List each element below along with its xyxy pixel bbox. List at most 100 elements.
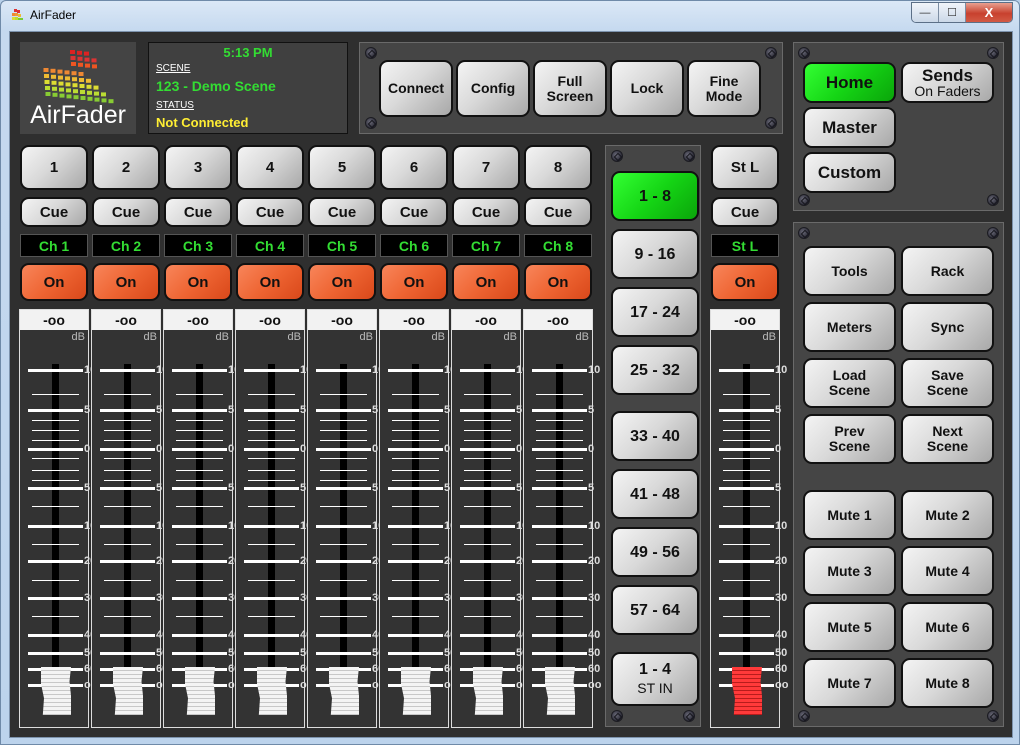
custom-button[interactable]: Custom bbox=[803, 152, 896, 193]
major-tick bbox=[388, 652, 443, 655]
fader-knob[interactable] bbox=[732, 667, 762, 715]
db-unit-label: dB bbox=[575, 331, 589, 343]
connect-button[interactable]: Connect bbox=[379, 60, 453, 117]
minor-tick bbox=[464, 616, 511, 617]
db-unit-label: dB bbox=[287, 331, 301, 343]
major-tick bbox=[100, 597, 155, 600]
mute-2-button[interactable]: Mute 2 bbox=[901, 490, 994, 540]
minor-tick bbox=[464, 580, 511, 581]
window-title: AirFader bbox=[30, 8, 77, 22]
fader-knob[interactable] bbox=[473, 667, 503, 715]
minor-tick bbox=[723, 470, 770, 471]
fader-knob[interactable] bbox=[185, 667, 215, 715]
bank-button[interactable]: 49 - 56 bbox=[611, 527, 699, 577]
bank-button[interactable]: 33 - 40 bbox=[611, 411, 699, 461]
cue-button[interactable]: Cue bbox=[308, 197, 376, 227]
channel-select-button[interactable]: St L bbox=[711, 145, 779, 190]
fader-knob[interactable] bbox=[329, 667, 359, 715]
bank-button[interactable]: 41 - 48 bbox=[611, 469, 699, 519]
close-button[interactable]: X bbox=[966, 3, 1012, 22]
fine-mode-button[interactable]: Fine Mode bbox=[687, 60, 761, 117]
channel-on-button[interactable]: On bbox=[164, 263, 232, 301]
scale-label: 0 bbox=[228, 443, 235, 455]
channel-select-button[interactable]: 6 bbox=[380, 145, 448, 190]
bank-label: 1 - 4 bbox=[638, 661, 671, 678]
mute-5-button[interactable]: Mute 5 bbox=[803, 602, 896, 652]
channel-select-button[interactable]: 1 bbox=[20, 145, 88, 190]
maximize-button[interactable]: ☐ bbox=[939, 3, 966, 22]
rack-button[interactable]: Rack bbox=[901, 246, 994, 296]
master-button[interactable]: Master bbox=[803, 107, 896, 148]
home-button[interactable]: Home bbox=[803, 62, 896, 103]
prev-scene-button[interactable]: Prev Scene bbox=[803, 414, 896, 464]
channel-on-button[interactable]: On bbox=[711, 263, 779, 301]
major-tick bbox=[100, 487, 155, 490]
minor-tick bbox=[104, 470, 151, 471]
channel-on-button[interactable]: On bbox=[380, 263, 448, 301]
bank-button[interactable]: 57 - 64 bbox=[611, 585, 699, 635]
channel-on-button[interactable]: On bbox=[236, 263, 304, 301]
toolbar-panel: Connect Config Full Screen Lock Fine Mod… bbox=[359, 42, 783, 134]
sends-on-faders-button[interactable]: Sends On Faders bbox=[901, 62, 994, 103]
fader-knob[interactable] bbox=[41, 667, 71, 715]
cue-button[interactable]: Cue bbox=[452, 197, 520, 227]
channel-select-button[interactable]: 3 bbox=[164, 145, 232, 190]
cue-button[interactable]: Cue bbox=[380, 197, 448, 227]
channel-on-button[interactable]: On bbox=[308, 263, 376, 301]
channel-on-button[interactable]: On bbox=[92, 263, 160, 301]
channel-on-button[interactable]: On bbox=[524, 263, 592, 301]
minor-tick bbox=[536, 430, 583, 431]
scale-label: oo bbox=[775, 679, 789, 691]
channel-select-button[interactable]: 8 bbox=[524, 145, 592, 190]
minor-tick bbox=[320, 394, 367, 395]
fader-knob[interactable] bbox=[545, 667, 575, 715]
fader-strip: -oo dB10505102030405060oo bbox=[235, 309, 313, 728]
lock-button[interactable]: Lock bbox=[610, 60, 684, 117]
channel-name-label: Ch 6 bbox=[380, 234, 448, 257]
tools-button[interactable]: Tools bbox=[803, 246, 896, 296]
config-button[interactable]: Config bbox=[456, 60, 530, 117]
full-screen-button[interactable]: Full Screen bbox=[533, 60, 607, 117]
cue-button[interactable]: Cue bbox=[20, 197, 88, 227]
bank-button[interactable]: 25 - 32 bbox=[611, 345, 699, 395]
scale-label: 5 bbox=[84, 482, 91, 494]
cue-button[interactable]: Cue bbox=[524, 197, 592, 227]
bank-button[interactable]: 1 - 4 ST IN bbox=[611, 652, 699, 706]
save-scene-button[interactable]: Save Scene bbox=[901, 358, 994, 408]
channel-name-label: Ch 3 bbox=[164, 234, 232, 257]
bank-button[interactable]: 17 - 24 bbox=[611, 287, 699, 337]
channel-on-button[interactable]: On bbox=[452, 263, 520, 301]
channel-select-button[interactable]: 5 bbox=[308, 145, 376, 190]
channel-select-button[interactable]: 2 bbox=[92, 145, 160, 190]
bank-button[interactable]: 9 - 16 bbox=[611, 229, 699, 279]
minimize-button[interactable]: — bbox=[912, 3, 939, 22]
mute-8-button[interactable]: Mute 8 bbox=[901, 658, 994, 708]
fader-knob[interactable] bbox=[257, 667, 287, 715]
sync-button[interactable]: Sync bbox=[901, 302, 994, 352]
fader-knob[interactable] bbox=[401, 667, 431, 715]
major-tick bbox=[388, 448, 443, 451]
channel-select-button[interactable]: 4 bbox=[236, 145, 304, 190]
minor-tick bbox=[248, 470, 295, 471]
channel-on-button[interactable]: On bbox=[20, 263, 88, 301]
airfader-logo: AirFader bbox=[20, 42, 136, 134]
cue-button[interactable]: Cue bbox=[164, 197, 232, 227]
load-scene-button[interactable]: Load Scene bbox=[803, 358, 896, 408]
cue-button[interactable]: Cue bbox=[236, 197, 304, 227]
channel-select-button[interactable]: 7 bbox=[452, 145, 520, 190]
scale-label: 5 bbox=[228, 482, 235, 494]
mute-4-button[interactable]: Mute 4 bbox=[901, 546, 994, 596]
screw-icon bbox=[987, 710, 999, 722]
clock-time: 5:13 PM bbox=[223, 45, 273, 60]
scale-label: 0 bbox=[372, 443, 379, 455]
mute-1-button[interactable]: Mute 1 bbox=[803, 490, 896, 540]
mute-6-button[interactable]: Mute 6 bbox=[901, 602, 994, 652]
cue-button[interactable]: Cue bbox=[92, 197, 160, 227]
mute-7-button[interactable]: Mute 7 bbox=[803, 658, 896, 708]
next-scene-button[interactable]: Next Scene bbox=[901, 414, 994, 464]
meters-button[interactable]: Meters bbox=[803, 302, 896, 352]
bank-button[interactable]: 1 - 8 bbox=[611, 171, 699, 221]
cue-button[interactable]: Cue bbox=[711, 197, 779, 227]
mute-3-button[interactable]: Mute 3 bbox=[803, 546, 896, 596]
fader-knob[interactable] bbox=[113, 667, 143, 715]
